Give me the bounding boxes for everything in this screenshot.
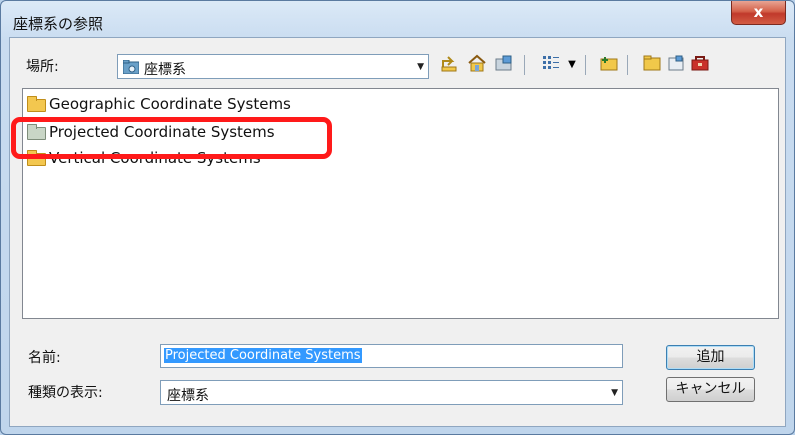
folder-icon <box>123 60 139 74</box>
name-label: 名前: <box>28 350 61 366</box>
close-button[interactable]: x <box>731 1 786 25</box>
toolbar-separator <box>627 55 628 75</box>
view-menu-icon[interactable] <box>540 54 562 76</box>
folder-icon <box>27 96 46 112</box>
name-field[interactable]: Projected Coordinate Systems <box>160 344 623 368</box>
filter-label: 種類の表示: <box>28 385 103 401</box>
browse-dialog: 座標系の参照 x 場所: 座標系 ▼ ▼ Geographic Coordina… <box>0 0 795 435</box>
up-one-level-icon[interactable] <box>439 54 461 76</box>
add-button[interactable]: 追加 <box>666 345 755 370</box>
annotation-highlight <box>11 117 332 159</box>
new-folder-icon[interactable] <box>598 54 620 76</box>
cancel-button[interactable]: キャンセル <box>666 377 755 402</box>
location-value: 座標系 <box>144 62 186 78</box>
toolbox-icon[interactable] <box>689 54 711 76</box>
name-field-value: Projected Coordinate Systems <box>164 348 362 363</box>
location-dropdown[interactable]: 座標系 ▼ <box>117 54 429 79</box>
dialog-title: 座標系の参照 <box>13 15 104 33</box>
chevron-down-icon: ▼ <box>611 387 618 398</box>
title-bar[interactable]: 座標系の参照 x <box>1 1 794 37</box>
toolbar-separator <box>524 55 525 75</box>
chevron-down-icon: ▼ <box>417 61 424 72</box>
connect-folder-icon[interactable] <box>493 54 515 76</box>
catalog-icon[interactable] <box>665 54 687 76</box>
open-folder-icon[interactable] <box>641 54 663 76</box>
type-filter-dropdown[interactable]: 座標系 ▼ <box>160 380 623 405</box>
filter-value: 座標系 <box>167 388 209 404</box>
chevron-down-icon[interactable]: ▼ <box>561 54 583 76</box>
toolbar-separator <box>585 55 586 75</box>
location-label: 場所: <box>26 59 59 75</box>
list-item-label: Geographic Coordinate Systems <box>49 95 291 113</box>
home-icon[interactable] <box>466 54 488 76</box>
